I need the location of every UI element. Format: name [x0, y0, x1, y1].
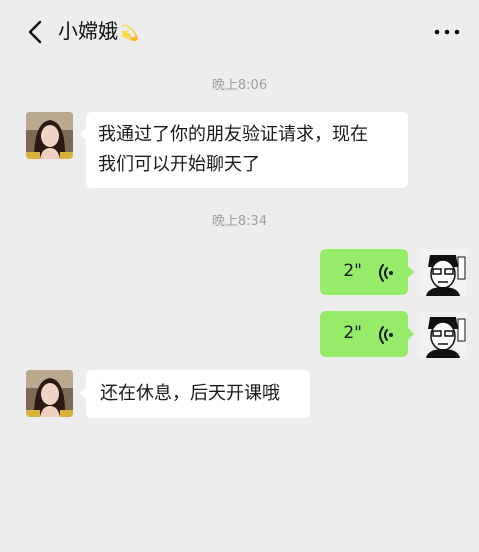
outgoing-voice-message[interactable]: 2" — [320, 311, 414, 357]
woman-avatar-photo-icon — [26, 370, 73, 417]
manga-character-avatar-icon — [420, 311, 467, 358]
incoming-message-bubble[interactable]: 还在休息，后天开课哦 — [80, 370, 310, 418]
my-avatar[interactable] — [420, 249, 467, 296]
chat-title: 小嫦娥 💫 — [58, 17, 139, 47]
outgoing-voice-message[interactable]: 2" — [320, 249, 414, 295]
my-avatar[interactable] — [420, 311, 467, 358]
manga-character-avatar-icon — [420, 249, 467, 296]
contact-avatar[interactable] — [26, 112, 73, 159]
message-line: 我通过了你的朋友验证请求，现在 — [98, 124, 368, 145]
incoming-message-bubble[interactable]: 我通过了你的朋友验证请求，现在 我们可以开始聊天了 — [80, 112, 408, 188]
voice-wave-icon — [379, 264, 393, 282]
contact-avatar[interactable] — [26, 370, 73, 417]
voice-duration: 2" — [343, 323, 362, 343]
sparkle-emoji-icon: 💫 — [120, 24, 139, 42]
message-timestamp: 晚上8:34 — [211, 214, 268, 229]
woman-avatar-photo-icon — [26, 112, 73, 159]
contact-name: 小嫦娥 — [58, 19, 118, 43]
message-line: 我们可以开始聊天了 — [98, 154, 260, 175]
voice-wave-icon — [379, 326, 393, 344]
more-options-icon[interactable] — [434, 27, 460, 37]
chat-header: 小嫦娥 💫 — [0, 0, 479, 62]
voice-duration: 2" — [343, 261, 362, 281]
back-chevron-icon[interactable] — [24, 18, 48, 46]
message-timestamp: 晚上8:06 — [211, 78, 268, 93]
message-line: 还在休息，后天开课哦 — [100, 383, 280, 404]
